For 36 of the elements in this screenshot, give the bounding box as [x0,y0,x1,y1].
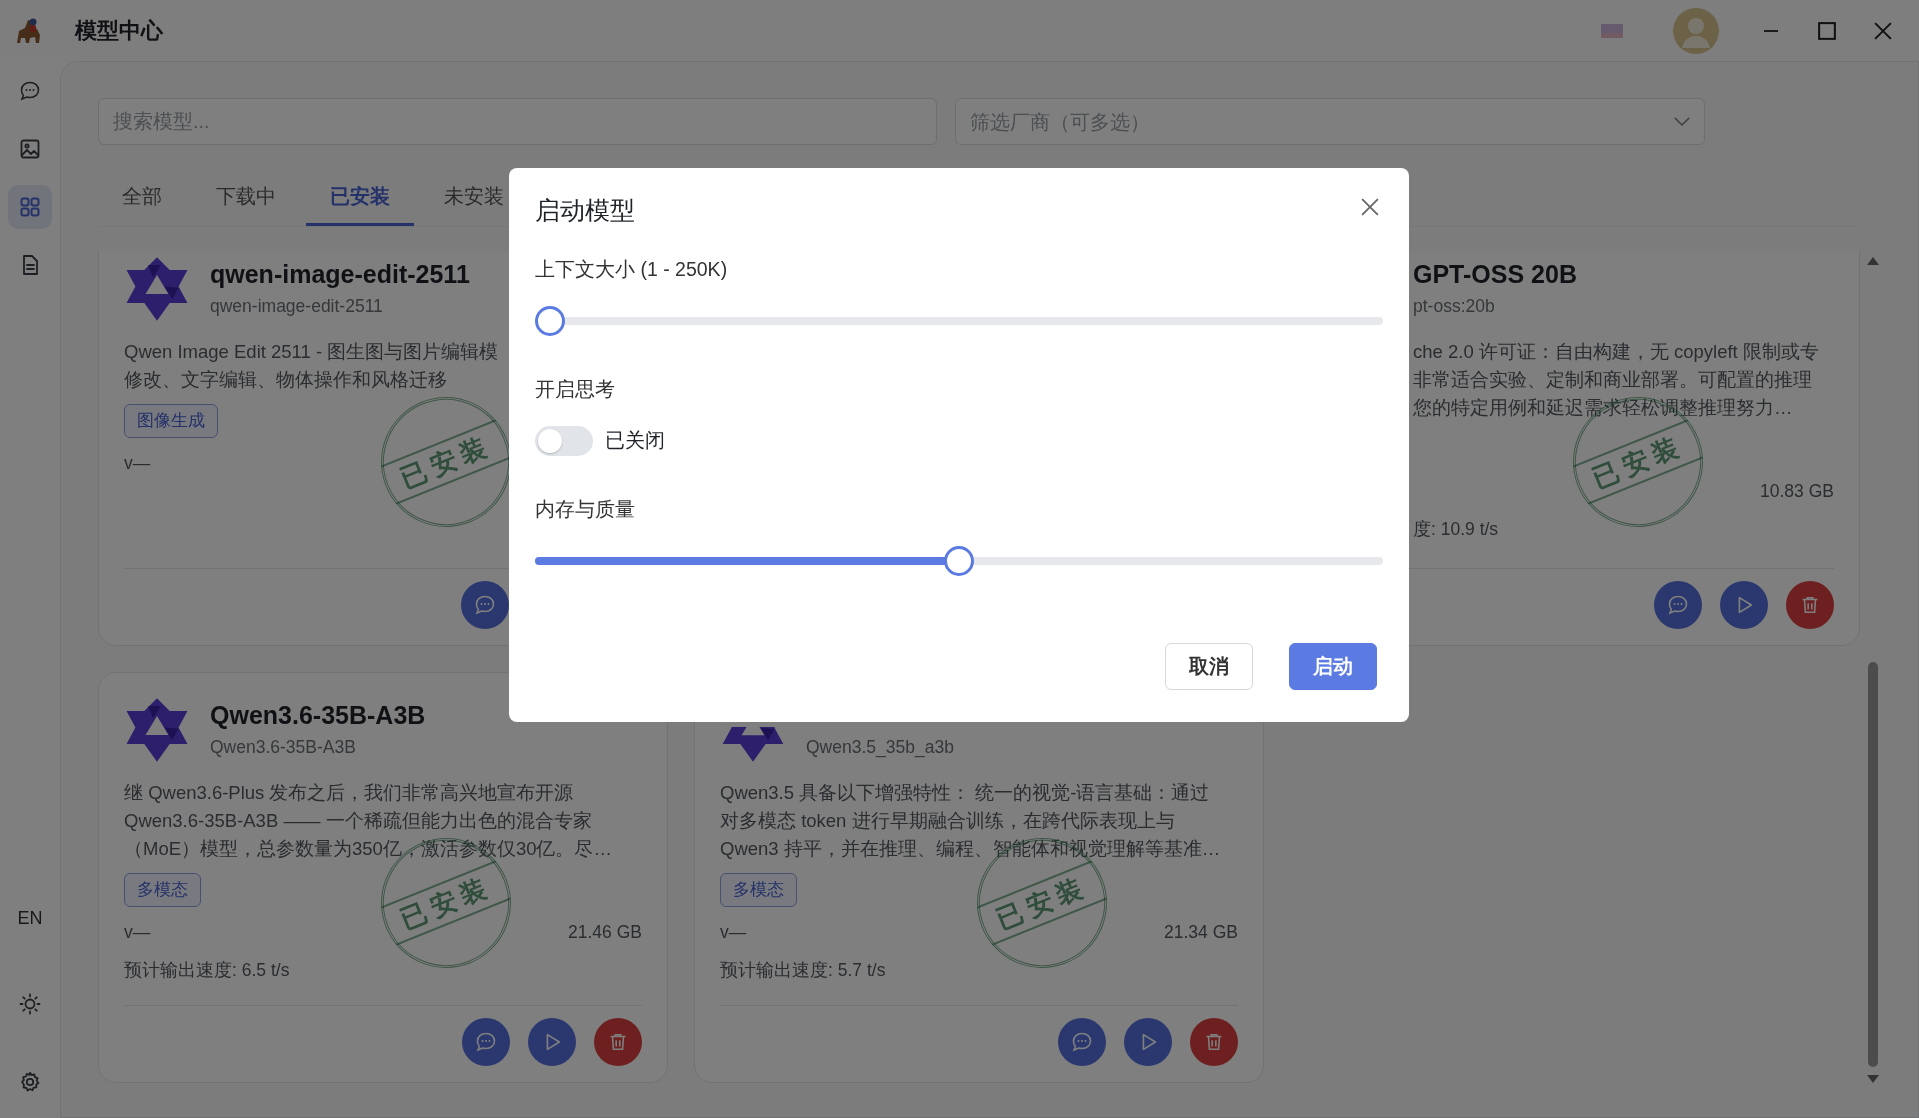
category-tag: 图像生成 [124,404,218,438]
field-label: 开启思考 [535,377,616,402]
description-line: Qwen3.5 具备以下增强特性： 统一的视觉-语言基础：通过 [720,781,1210,805]
speed-text: 度: 10.9 t/s [1413,518,1500,542]
version-text: v— [720,920,747,944]
speed-text: 预计输出速度: 5.7 t/s [720,958,887,982]
description-line: che 2.0 许可证：自由构建，无 copyleft 限制或专 [1413,340,1819,364]
description-line: Qwen Image Edit 2511 - 图生图与图片编辑模 [124,340,499,364]
version-text: v— [124,920,151,944]
dialog-title: 启动模型 [535,195,635,226]
model-id: pt-oss:20b [1413,294,1496,318]
description-line: 继 Qwen3.6-Plus 发布之后，我们非常高兴地宣布开源 [124,781,574,805]
window-title: 模型中心 [75,17,163,45]
model-id: Qwen3.5_35b_a3b [806,735,954,760]
toggle-state-text: 已关闭 [605,428,665,454]
size-text: 21.46 GB [568,920,642,944]
tab[interactable]: 下载中 [192,173,300,226]
language-button[interactable]: EN [17,905,43,932]
tab[interactable]: 全部 [98,173,186,226]
field-label: 内存与质量 [535,497,636,522]
start-button[interactable]: 启动 [1289,643,1377,690]
size-text: 21.34 GB [1164,920,1238,944]
model-title: GPT-OSS 20B [1413,258,1577,289]
field-label: 上下文大小 (1 - 250K) [535,257,729,282]
category-tag: 多模态 [720,873,797,907]
model-id: Qwen3.6-35B-A3B [210,735,357,759]
cancel-button[interactable]: 取消 [1165,643,1253,690]
model-title: Qwen3.6-35B-A3B [210,699,426,730]
version-text: v— [124,451,151,475]
model-title: qwen-image-edit-2511 [210,258,470,289]
tab[interactable]: 未安装 [420,173,528,226]
category-tag: 多模态 [124,873,201,907]
speed-text: 预计输出速度: 6.5 t/s [124,958,291,982]
model-id: qwen-image-edit-2511 [210,294,384,318]
tab[interactable]: 已安装 [306,173,414,226]
size-text: 10.83 GB [1760,480,1834,503]
